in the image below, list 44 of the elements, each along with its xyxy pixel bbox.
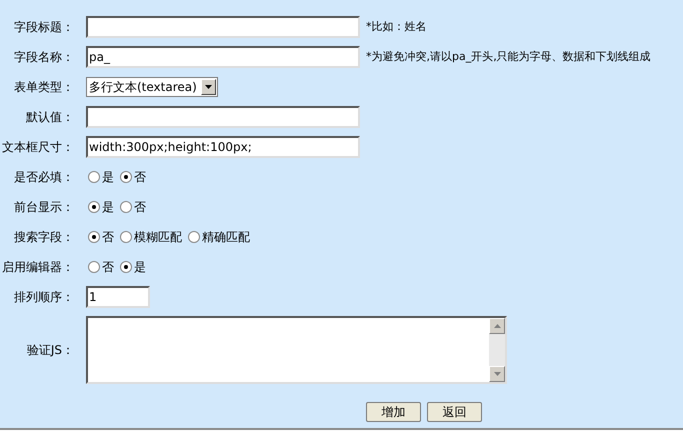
radio-button[interactable] — [88, 261, 100, 273]
radio-label: 否 — [134, 169, 146, 186]
radio-label: 否 — [102, 229, 114, 246]
text-input[interactable] — [86, 16, 360, 38]
radio-label: 模糊匹配 — [134, 229, 182, 246]
radio-button[interactable] — [120, 261, 132, 273]
field-label: 验证JS： — [26, 342, 74, 359]
text-area[interactable] — [86, 316, 507, 384]
field-hint: *为避免冲突,请以pa_开头,只能为字母、数据和下划线组成 — [366, 48, 651, 65]
scroll-up-icon[interactable] — [489, 318, 505, 334]
radio-button[interactable] — [88, 231, 100, 243]
text-input[interactable]: width:300px;height:100px; — [86, 136, 360, 158]
field-label: 默认值： — [25, 109, 74, 126]
form-button[interactable]: 返回 — [427, 402, 482, 422]
radio-label: 是 — [102, 169, 114, 186]
field-hint: *比如：姓名 — [366, 18, 426, 35]
radio-button[interactable] — [188, 231, 200, 243]
dropdown[interactable]: 多行文本(textarea) — [86, 77, 218, 97]
field-label: 字段标题： — [13, 19, 74, 36]
text-input[interactable] — [86, 106, 360, 128]
field-label: 排列顺序： — [13, 289, 74, 306]
radio-button[interactable] — [88, 171, 100, 183]
field-label: 表单类型： — [13, 79, 74, 96]
radio-button[interactable] — [120, 201, 132, 213]
field-label: 启用编辑器： — [1, 259, 74, 276]
field-label: 搜索字段： — [13, 229, 74, 246]
field-label: 是否必填： — [13, 169, 74, 186]
radio-label: 精确匹配 — [202, 229, 250, 246]
radio-label: 否 — [102, 259, 114, 276]
field-label: 字段名称： — [13, 49, 74, 66]
form-button[interactable]: 增加 — [366, 402, 421, 422]
text-input[interactable]: 1 — [86, 286, 150, 308]
radio-label: 否 — [134, 199, 146, 216]
field-label: 文本框尺寸： — [1, 139, 74, 156]
scroll-down-icon[interactable] — [489, 366, 505, 382]
caret-icon — [201, 79, 216, 95]
radio-label: 是 — [134, 259, 146, 276]
radio-label: 是 — [102, 199, 114, 216]
scrollbar[interactable] — [489, 318, 505, 382]
field-label: 前台显示： — [13, 199, 74, 216]
text-input[interactable]: pa_ — [86, 46, 360, 68]
radio-button[interactable] — [120, 231, 132, 243]
radio-button[interactable] — [120, 171, 132, 183]
radio-button[interactable] — [88, 201, 100, 213]
